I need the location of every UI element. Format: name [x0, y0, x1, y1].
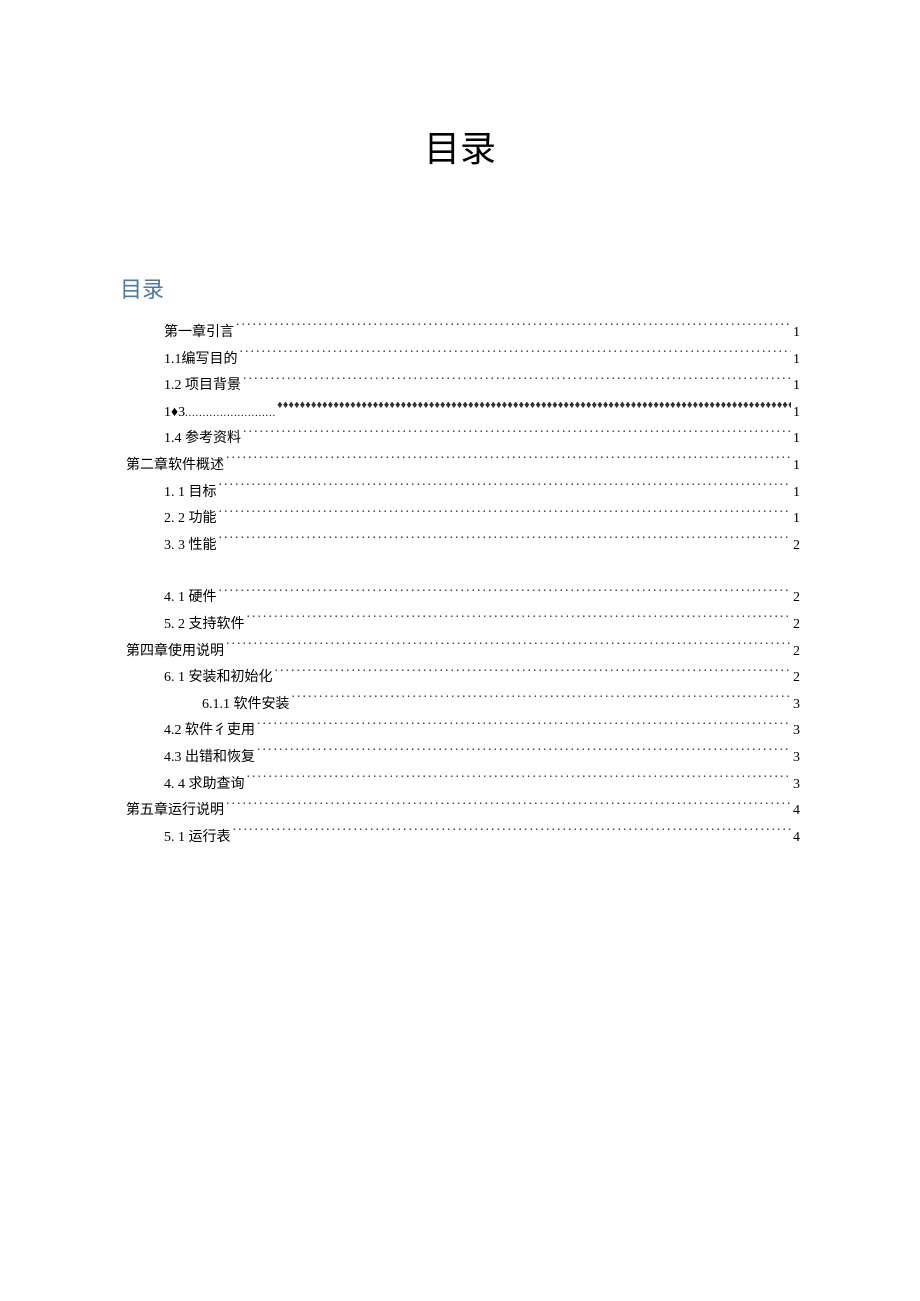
toc-entry: 1.1编写目的 1: [120, 347, 800, 374]
toc-label: 5. 1 运行表: [164, 825, 231, 852]
toc-label: 1.2 项目背景: [164, 373, 241, 400]
toc-leader-dots: [257, 747, 791, 761]
toc-page-number: 1: [793, 506, 800, 533]
toc-entry: 第五章运行说明 4: [120, 798, 800, 825]
toc-entry: 5. 2 支持软件 2: [120, 612, 800, 639]
toc-entry: 6.1.1 软件安装 3: [120, 692, 800, 719]
toc-page-number: 4: [793, 825, 800, 852]
toc-page-number: 1: [793, 480, 800, 507]
toc-page-number: 2: [793, 585, 800, 612]
toc-entry: 第一章引言 1: [120, 320, 800, 347]
toc-leader-dots: [219, 587, 792, 601]
toc-label: 6.1.1 软件安装: [202, 692, 290, 719]
toc-leader-dots: [233, 827, 792, 841]
toc-leader-dots: [226, 455, 791, 469]
toc-leader-dots: [257, 720, 791, 734]
toc-entry: 4.2 软件彳吏用 3: [120, 718, 800, 745]
document-page: 目录 目录 第一章引言 11.1编写目的 11.2 项目背景 11♦311.4 …: [0, 0, 920, 851]
toc-page-number: 3: [793, 745, 800, 772]
toc-page-number: 1: [793, 373, 800, 400]
toc-leader-dots: [247, 774, 792, 788]
toc-leader-dots: [243, 375, 791, 389]
toc-leader-dots: [226, 641, 791, 655]
toc-leader-diamond: [277, 402, 791, 416]
toc-label: 第二章软件概述: [126, 453, 224, 480]
toc-page-number: 3: [793, 718, 800, 745]
toc-label: 1. 1 目标: [164, 480, 217, 507]
toc-leader-dots: [236, 322, 791, 336]
toc-label: 3. 3 性能: [164, 533, 217, 560]
toc-label: 1.1编写目的: [164, 347, 238, 374]
toc-blank-line: [120, 559, 800, 585]
toc-label: 2. 2 功能: [164, 506, 217, 533]
toc-page-number: 3: [793, 772, 800, 799]
toc-page-number: 4: [793, 798, 800, 825]
toc-leader-dots: [226, 800, 791, 814]
toc-label: 1♦3: [164, 400, 275, 427]
toc-leader-dots: [247, 614, 792, 628]
toc-entry: 6. 1 安装和初始化 2: [120, 665, 800, 692]
toc-leader-dots: [219, 482, 792, 496]
toc-label: 第一章引言: [164, 320, 234, 347]
toc-page-number: 2: [793, 665, 800, 692]
toc-entry: 1♦3 1: [120, 400, 800, 427]
toc-page-number: 1: [793, 347, 800, 374]
toc-entry: 1. 1 目标 1: [120, 480, 800, 507]
toc-page-number: 2: [793, 612, 800, 639]
toc-label: 4. 1 硬件: [164, 585, 217, 612]
toc-label: 第五章运行说明: [126, 798, 224, 825]
toc-entry: 3. 3 性能 2: [120, 533, 800, 560]
toc-page-number: 2: [793, 639, 800, 666]
toc-leader-dots: [240, 349, 792, 363]
toc-entry: 4.3 出错和恢复 3: [120, 745, 800, 772]
page-title: 目录: [120, 120, 800, 172]
toc-page-number: 1: [793, 453, 800, 480]
toc-leader-dots: [219, 535, 792, 549]
toc-label-text: 1♦3: [164, 400, 185, 427]
toc-leader-dots: [243, 428, 791, 442]
toc-container: 第一章引言 11.1编写目的 11.2 项目背景 11♦311.4 参考资料 1…: [120, 320, 800, 851]
toc-leader-dots: [275, 667, 792, 681]
toc-leader-dots: [292, 694, 792, 708]
toc-page-number: 1: [793, 320, 800, 347]
toc-label: 1.4 参考资料: [164, 426, 241, 453]
toc-entry: 4. 1 硬件 2: [120, 585, 800, 612]
toc-entry: 2. 2 功能 1: [120, 506, 800, 533]
toc-page-number: 1: [793, 400, 800, 427]
toc-label: 第四章使用说明: [126, 639, 224, 666]
toc-leader-dots: [219, 508, 792, 522]
toc-label: 4.2 软件彳吏用: [164, 718, 255, 745]
toc-label: 5. 2 支持软件: [164, 612, 245, 639]
toc-entry: 第四章使用说明 2: [120, 639, 800, 666]
toc-label: 6. 1 安装和初始化: [164, 665, 273, 692]
toc-heading: 目录: [120, 272, 800, 304]
toc-entry: 5. 1 运行表 4: [120, 825, 800, 852]
toc-label: 4. 4 求助查询: [164, 772, 245, 799]
toc-page-number: 3: [793, 692, 800, 719]
toc-page-number: 1: [793, 426, 800, 453]
toc-entry: 4. 4 求助查询 3: [120, 772, 800, 799]
toc-prefix-dots: [185, 400, 275, 427]
toc-entry: 1.2 项目背景 1: [120, 373, 800, 400]
toc-page-number: 2: [793, 533, 800, 560]
toc-entry: 第二章软件概述 1: [120, 453, 800, 480]
toc-entry: 1.4 参考资料 1: [120, 426, 800, 453]
toc-label: 4.3 出错和恢复: [164, 745, 255, 772]
